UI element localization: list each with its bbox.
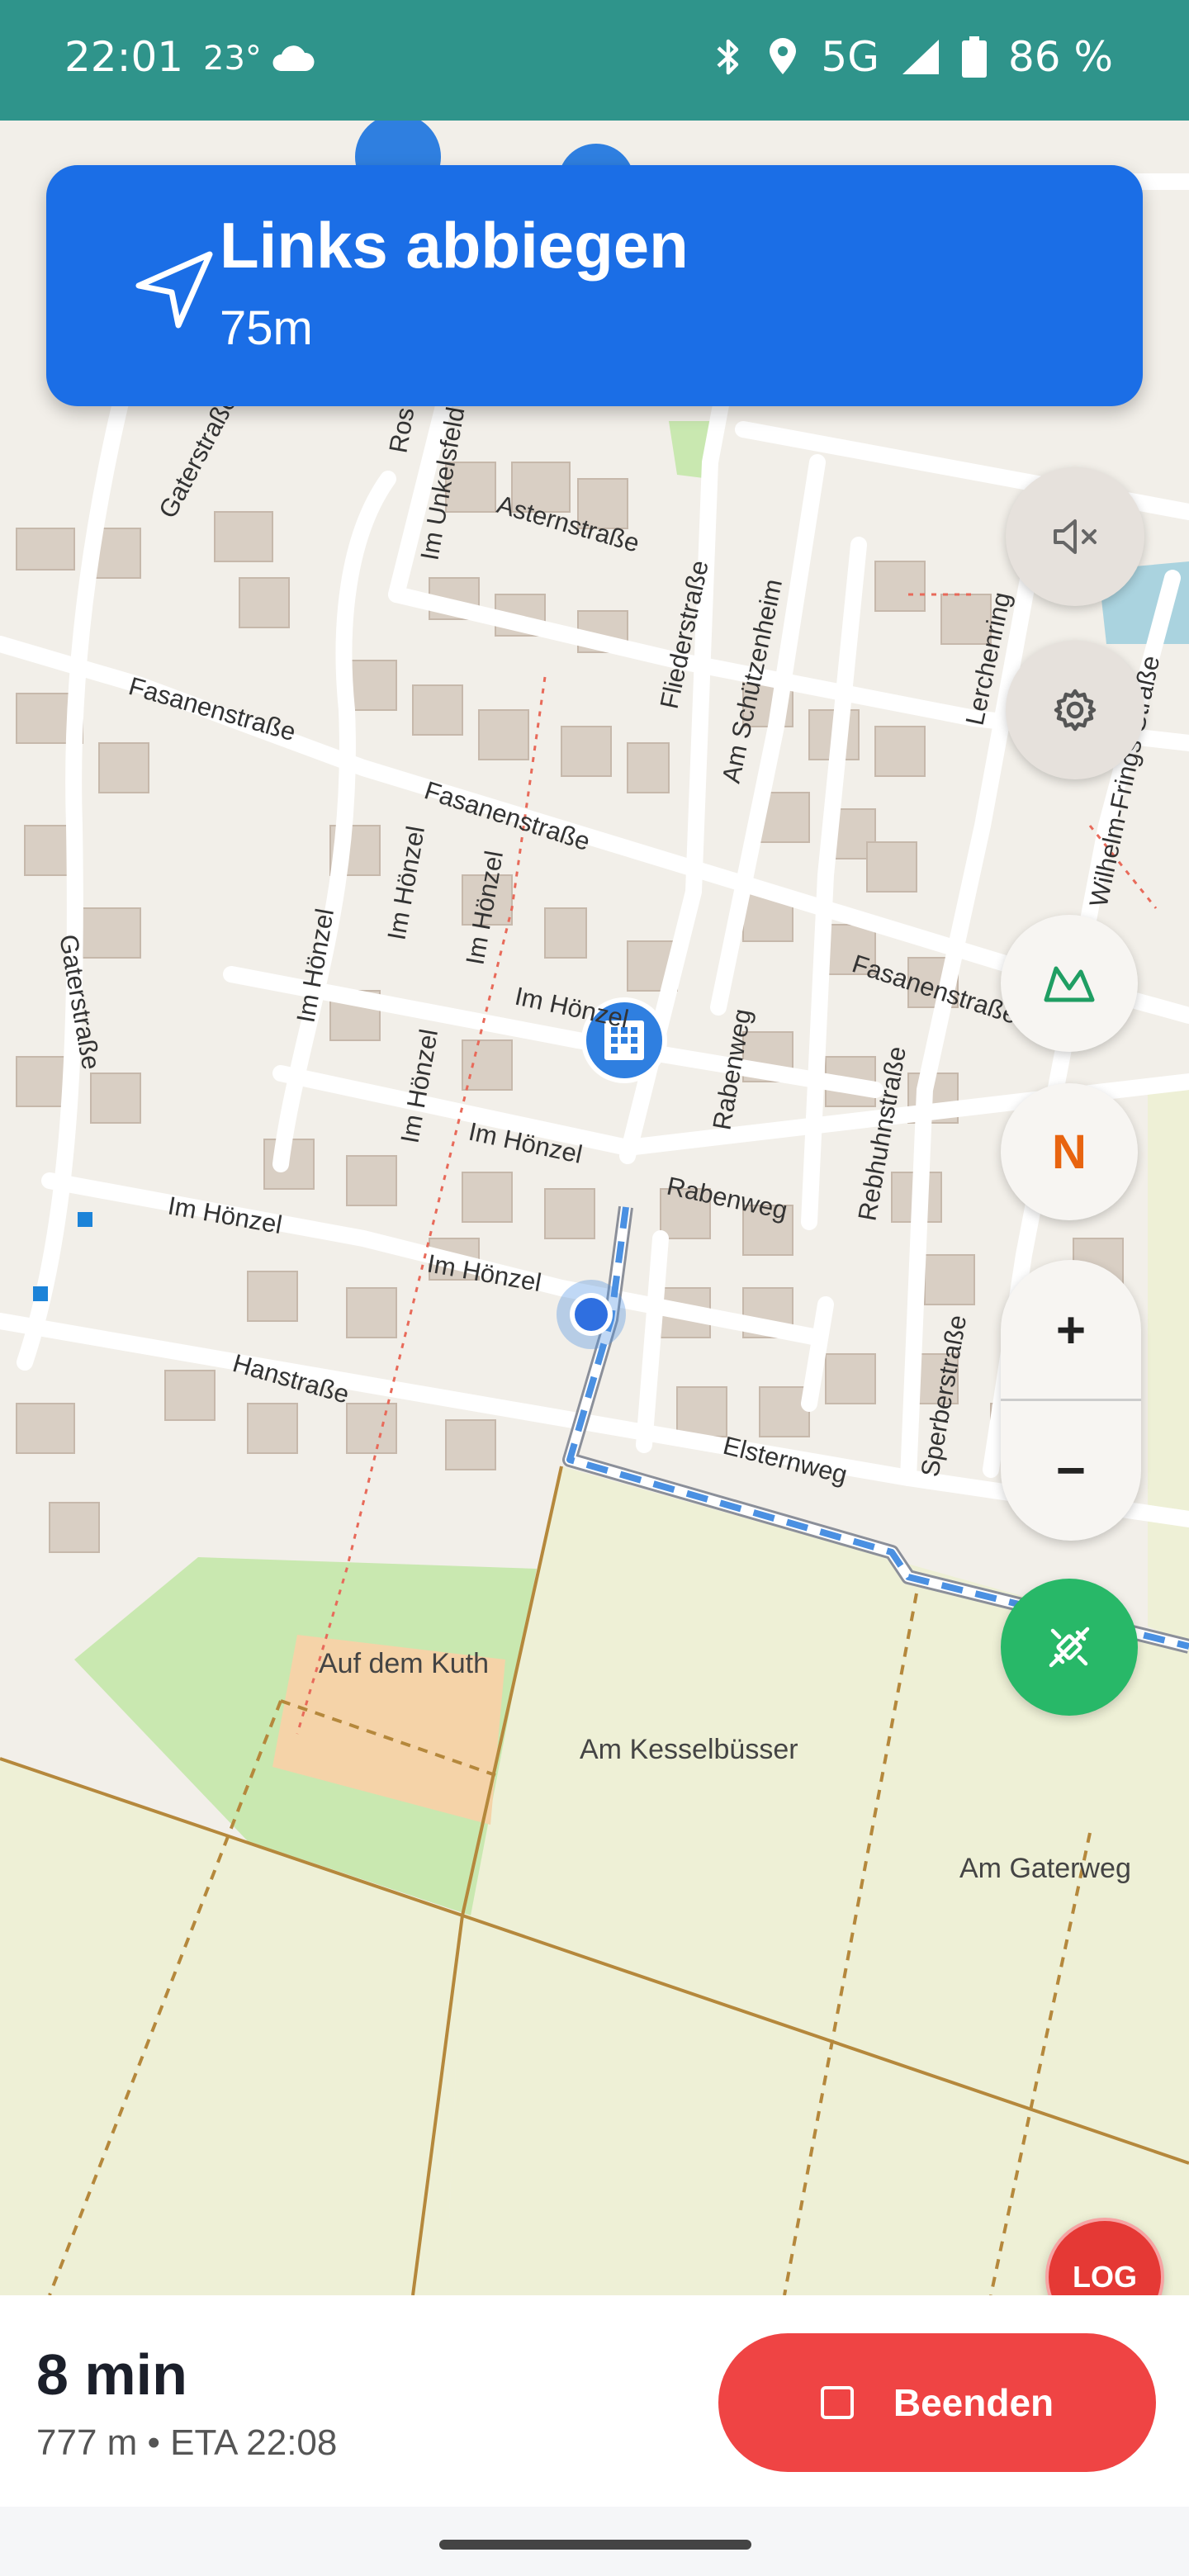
route-duration: 8 min [36, 2342, 187, 2407]
terrain-button[interactable] [1001, 915, 1138, 1052]
settings-button[interactable] [1006, 641, 1144, 779]
zoom-controls: + − [1001, 1260, 1141, 1541]
bluetooth-icon [717, 39, 739, 75]
battery-level: 86 % [1007, 33, 1113, 81]
maneuver-distance: 75m [220, 301, 313, 355]
maneuver-instruction: Links abbiegen [220, 209, 689, 282]
zoom-out-button[interactable]: − [1001, 1400, 1141, 1541]
map-view[interactable]: Gaterstraße Im Unkelsfeld Asternstraße F… [0, 121, 1189, 2295]
cloud-icon [272, 45, 315, 71]
route-summary-panel: 8 min 777 m • ETA 22:08 Beenden [0, 2295, 1189, 2507]
gps-off-icon [1049, 1627, 1090, 1668]
route-details: 777 m • ETA 22:08 [36, 2422, 338, 2463]
location-icon [770, 38, 797, 74]
status-time: 22:01 [64, 33, 184, 81]
signal-icon [902, 40, 939, 74]
log-label: LOG [1073, 2260, 1137, 2294]
status-bar: 22:01 23° 5G 86 % [0, 0, 1189, 121]
stop-icon [820, 2386, 854, 2419]
mountain-icon [1044, 966, 1095, 1002]
end-navigation-button[interactable]: Beenden [718, 2333, 1156, 2472]
area-label: Auf dem Kuth [319, 1648, 489, 1679]
volume-mute-icon [1054, 519, 1097, 554]
gps-button[interactable] [1001, 1579, 1138, 1716]
area-label: Am Kesselbüsser [580, 1734, 798, 1765]
status-temperature: 23° [203, 40, 262, 78]
battery-icon [961, 36, 987, 78]
network-label: 5G [821, 33, 879, 81]
navigation-banner[interactable]: Links abbiegen 75m [46, 165, 1143, 406]
north-label: N [1052, 1125, 1087, 1179]
end-navigation-label: Beenden [893, 2381, 1054, 2424]
mute-button[interactable] [1006, 467, 1144, 606]
home-indicator[interactable] [439, 2540, 751, 2550]
area-label: Am Gaterweg [959, 1853, 1131, 1884]
compass-north-button[interactable]: N [1001, 1083, 1138, 1220]
navigation-arrow-icon [135, 251, 213, 329]
gear-icon [1054, 689, 1097, 732]
zoom-in-button[interactable]: + [1001, 1260, 1141, 1400]
